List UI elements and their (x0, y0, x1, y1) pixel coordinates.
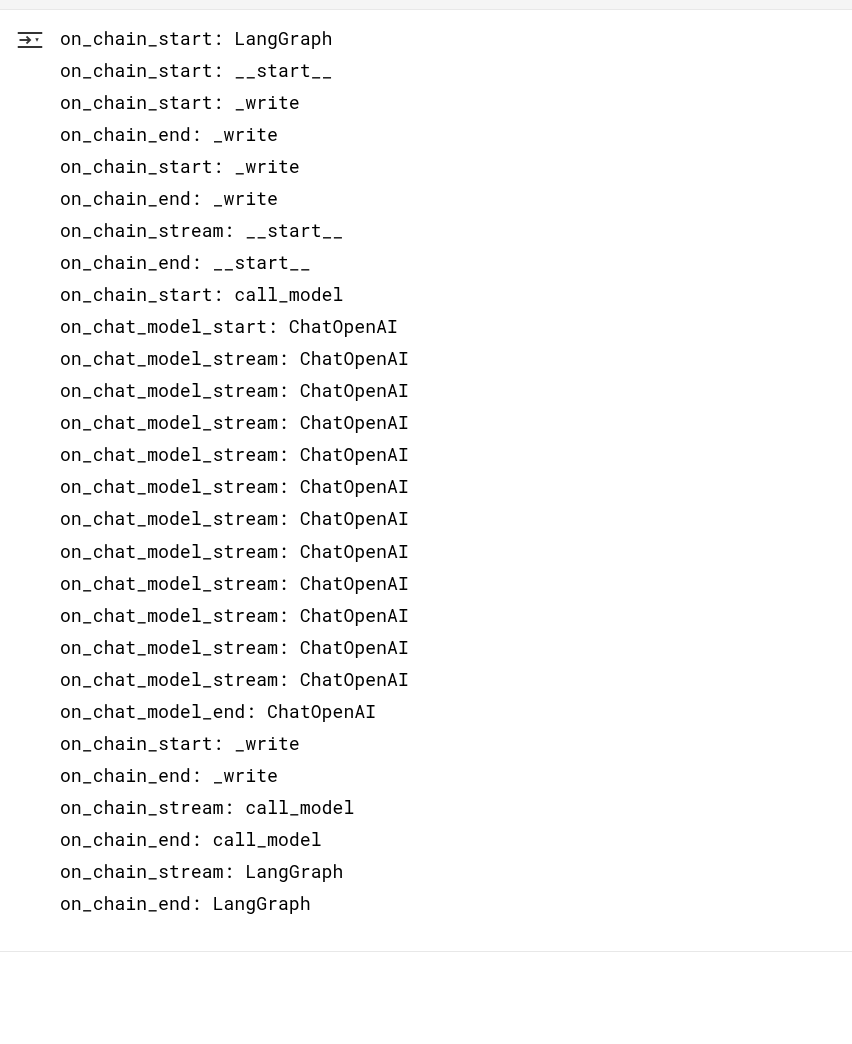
cell-top-strip (0, 0, 852, 10)
output-line: on_chat_model_stream: ChatOpenAI (60, 535, 836, 567)
output-line: on_chain_start: __start__ (60, 54, 836, 86)
output-line: on_chain_start: call_model (60, 278, 836, 310)
output-line: on_chat_model_stream: ChatOpenAI (60, 406, 836, 438)
output-line: on_chain_start: LangGraph (60, 22, 836, 54)
output-line: on_chain_end: __start__ (60, 246, 836, 278)
output-line: on_chain_end: call_model (60, 823, 836, 855)
output-line: on_chain_stream: call_model (60, 791, 836, 823)
output-text-block: on_chain_start: LangGraphon_chain_start:… (60, 22, 852, 919)
output-line: on_chain_end: _write (60, 759, 836, 791)
output-line: on_chat_model_stream: ChatOpenAI (60, 374, 836, 406)
output-line: on_chain_end: _write (60, 182, 836, 214)
output-line: on_chain_start: _write (60, 727, 836, 759)
output-line: on_chain_stream: __start__ (60, 214, 836, 246)
output-line: on_chat_model_stream: ChatOpenAI (60, 631, 836, 663)
output-line: on_chat_model_stream: ChatOpenAI (60, 567, 836, 599)
output-line: on_chat_model_end: ChatOpenAI (60, 695, 836, 727)
output-line: on_chat_model_stream: ChatOpenAI (60, 342, 836, 374)
output-collapse-icon[interactable] (16, 28, 44, 52)
cell-gutter[interactable] (0, 22, 60, 52)
output-line: on_chain_stream: LangGraph (60, 855, 836, 887)
output-line: on_chat_model_stream: ChatOpenAI (60, 663, 836, 695)
output-line: on_chain_start: _write (60, 150, 836, 182)
output-line: on_chat_model_start: ChatOpenAI (60, 310, 836, 342)
output-line: on_chain_end: _write (60, 118, 836, 150)
output-line: on_chat_model_stream: ChatOpenAI (60, 470, 836, 502)
output-line: on_chain_end: LangGraph (60, 887, 836, 919)
output-line: on_chat_model_stream: ChatOpenAI (60, 599, 836, 631)
output-line: on_chat_model_stream: ChatOpenAI (60, 438, 836, 470)
output-cell: on_chain_start: LangGraphon_chain_start:… (0, 10, 852, 952)
output-line: on_chat_model_stream: ChatOpenAI (60, 502, 836, 534)
output-line: on_chain_start: _write (60, 86, 836, 118)
